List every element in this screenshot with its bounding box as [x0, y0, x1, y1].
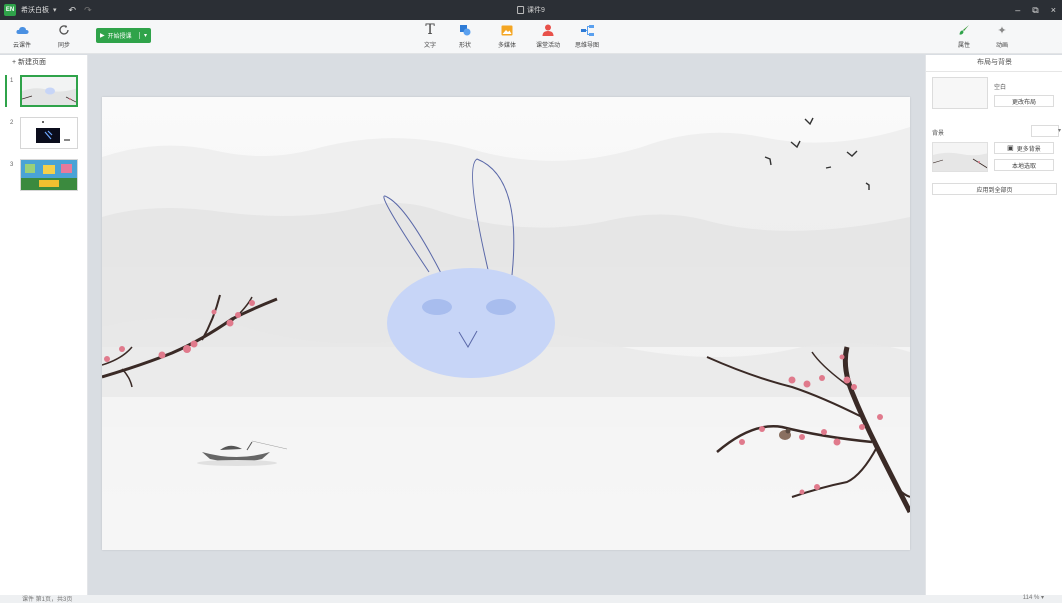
start-teaching-dropdown-icon[interactable]: ▾: [138, 32, 151, 39]
mind-map-label: 思维导图: [574, 43, 599, 49]
more-backgrounds-label: 更多背景: [1016, 146, 1041, 153]
slide-thumbnail-panel: + 新建页面 1 2 3: [0, 55, 88, 595]
local-select-button[interactable]: 本地选取: [994, 159, 1054, 171]
new-page-button[interactable]: + 新建页面: [12, 57, 46, 67]
close-icon[interactable]: ×: [1051, 5, 1056, 16]
background-color-swatch[interactable]: [1031, 125, 1059, 137]
document-icon: [517, 6, 525, 14]
image-icon: ▣: [1007, 145, 1014, 152]
media-tool-button[interactable]: 多媒体: [491, 23, 523, 49]
apply-to-all-button[interactable]: 应用到全部页: [932, 183, 1057, 195]
start-teaching-button[interactable]: ▶ 开始授课 ▾: [96, 28, 151, 43]
status-bar: 课件 第1页，共3页 114 % ▾: [0, 595, 1062, 603]
undo-icon[interactable]: ↶: [69, 5, 77, 16]
mind-map-button[interactable]: 思维导图: [571, 23, 603, 49]
start-teaching-label: 开始授课: [107, 34, 132, 40]
brush-icon: [958, 23, 970, 37]
cloud-icon: [15, 23, 29, 37]
slide-1-preview: [22, 77, 76, 105]
play-icon: ▶: [100, 33, 105, 39]
animation-star-icon: ✦: [997, 24, 1007, 37]
properties-panel: 布局与背景 空白 更改布局 背景 ▾ ▣ 更多背景 本地选取 应用到全部页: [925, 55, 1062, 595]
image-icon: [501, 23, 513, 37]
shape-tool-button[interactable]: 形状: [449, 23, 481, 49]
sync-label: 同步: [57, 43, 70, 49]
cloud-courseware-label: 云课件: [12, 43, 31, 49]
slide-3-preview: [21, 160, 77, 190]
rabbit-left-eye[interactable]: [422, 299, 452, 315]
more-backgrounds-button[interactable]: ▣ 更多背景: [994, 142, 1054, 154]
mist-water: [102, 397, 910, 550]
app-logo-icon: EN: [4, 4, 16, 16]
title-bar: EN 希沃白板 ▾ ↶ ↷ 课件9 – ⧉ ×: [0, 0, 1062, 20]
sync-button[interactable]: 同步: [48, 23, 80, 49]
thumbnail-number: 2: [10, 120, 14, 126]
text-icon: T: [425, 22, 435, 38]
background-thumbnail[interactable]: [932, 142, 988, 172]
layout-name: 空白: [994, 85, 1007, 91]
background-label: 背景: [932, 131, 945, 137]
animation-button[interactable]: ✦ 动画: [986, 23, 1018, 50]
slide-canvas[interactable]: [102, 97, 910, 550]
shape-tool-label: 形状: [458, 43, 471, 49]
color-dropdown-icon[interactable]: ▾: [1058, 127, 1061, 134]
thumbnail-number: 1: [10, 78, 14, 84]
window-controls: – ⧉ ×: [1015, 5, 1056, 16]
media-tool-label: 多媒体: [497, 43, 516, 49]
classroom-activity-button[interactable]: 课堂活动: [532, 23, 564, 49]
zoom-level[interactable]: 114 % ▾: [1023, 594, 1044, 601]
rabbit-right-eye[interactable]: [486, 299, 516, 315]
cloud-courseware-button[interactable]: 云课件: [6, 23, 38, 49]
toolbar: 云课件 同步 ▶ 开始授课 ▾ T 文字 形状 多媒体 课堂活动 思维导图 属性…: [0, 20, 1062, 54]
slide-artwork: [102, 97, 910, 550]
app-name[interactable]: 希沃白板: [21, 5, 49, 15]
layout-preview[interactable]: [932, 77, 988, 109]
slide-thumbnail-3[interactable]: [20, 159, 78, 191]
sync-icon: [58, 23, 70, 37]
text-tool-button[interactable]: T 文字: [414, 22, 446, 49]
slide-thumbnail-2[interactable]: [20, 117, 78, 149]
background-preview: [933, 143, 987, 171]
properties-label: 属性: [957, 43, 970, 49]
change-layout-button[interactable]: 更改布局: [994, 95, 1054, 107]
thumbnail-number: 3: [10, 162, 14, 168]
shape-icon: [459, 23, 471, 37]
document-title-text: 课件9: [527, 7, 545, 14]
activity-icon: [542, 23, 554, 37]
animation-label: 动画: [995, 43, 1008, 49]
slide-thumbnail-1[interactable]: [20, 75, 78, 107]
minimize-icon[interactable]: –: [1015, 5, 1020, 16]
slide-2-preview: [21, 118, 77, 148]
properties-button[interactable]: 属性: [948, 23, 980, 49]
redo-icon[interactable]: ↷: [84, 5, 92, 16]
page-info: 课件 第1页，共3页: [22, 597, 73, 603]
text-tool-label: 文字: [423, 43, 436, 49]
document-title: 课件9: [517, 5, 545, 15]
restore-icon[interactable]: ⧉: [1032, 5, 1038, 16]
classroom-activity-label: 课堂活动: [535, 43, 560, 49]
active-slide-marker: [5, 75, 7, 107]
layout-background-title: 布局与背景: [926, 57, 1062, 72]
app-menu-caret-icon[interactable]: ▾: [53, 6, 57, 14]
mind-map-icon: [580, 23, 594, 37]
rabbit-face[interactable]: [387, 268, 555, 378]
